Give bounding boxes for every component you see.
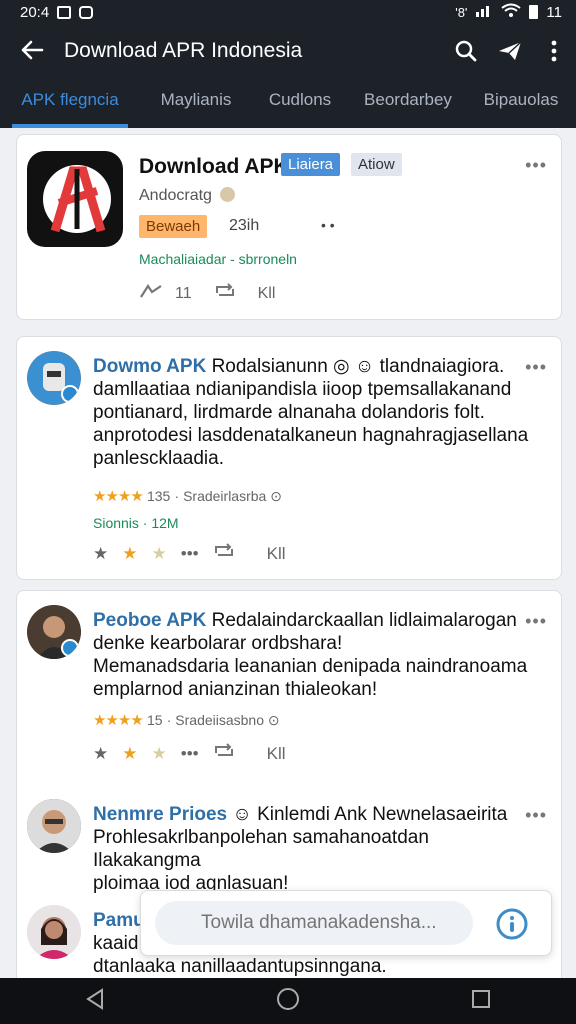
avatar[interactable] [27, 605, 81, 659]
back-triangle-icon[interactable] [84, 987, 106, 1016]
battery-level: 11 [546, 3, 562, 21]
post-actions: ★ ★ ★ ••• Kll [93, 743, 286, 764]
post-line: Memanadsdaria leananian denipada naindra… [93, 656, 528, 677]
app-link[interactable]: Machaliaiadar - sbrroneln [139, 251, 297, 267]
floating-search-bar [140, 890, 552, 956]
app-logo-icon [27, 151, 123, 247]
avatar[interactable] [27, 351, 81, 405]
rating-value: 135 [146, 488, 171, 504]
more-dots-icon[interactable]: ••• [181, 744, 199, 764]
post-line: Rodalsianunn ◎ ☺ tlandnaiagiora. [211, 356, 505, 377]
star-icon[interactable]: ★ [93, 744, 108, 764]
avatar[interactable] [27, 905, 81, 959]
star-icon[interactable]: ★ [152, 544, 167, 564]
status-time: 20:4 [20, 3, 50, 21]
star-icon[interactable]: ★ [93, 544, 108, 564]
reply-label[interactable]: Kll [267, 544, 286, 564]
post-line: anprotodesi lasddenatalkaneun hagnahragj… [93, 425, 529, 446]
rating-row: ★★★★ 135 · Sradeirlasrba ⊙ [93, 488, 282, 505]
post-author[interactable]: Pamu [93, 910, 145, 931]
tab-bipauolas[interactable]: Bipauolas [466, 78, 576, 128]
repost-icon[interactable] [213, 543, 235, 564]
recents-square-icon[interactable] [470, 988, 492, 1015]
boost-icon[interactable] [139, 283, 163, 304]
reply-label[interactable]: Kll [267, 744, 286, 764]
star-icon[interactable]: ★ [122, 744, 137, 764]
tag-time: 23ih [229, 217, 260, 234]
vibrate-icon: '8' [455, 4, 468, 20]
app-notification-icon [79, 5, 94, 19]
repost-icon[interactable] [213, 743, 235, 764]
back-arrow-icon[interactable] [0, 36, 64, 67]
post-card[interactable]: ••• Dowmo APK Rodalsianunn ◎ ☺ tlandnaia… [16, 336, 562, 580]
app-card[interactable]: Download APK Liaiera Atiow ••• Andocratg… [16, 134, 562, 320]
card-menu-icon[interactable]: ••• [525, 155, 547, 176]
tab-bar: APK flegncia Maylianis Cudlons Beordarbe… [0, 78, 576, 128]
gallery-notification-icon [57, 5, 72, 19]
wifi-icon [501, 3, 522, 21]
repost-icon[interactable] [214, 283, 236, 304]
star-rating: ★★★★ [93, 712, 144, 729]
share-icon[interactable] [488, 39, 532, 63]
post-body: Dowmo APK Rodalsianunn ◎ ☺ tlandnaiagior… [93, 355, 539, 470]
star-icon[interactable]: ★ [122, 544, 137, 564]
post-line: panlescklaadia. [93, 448, 224, 469]
boost-count: 11 [175, 284, 192, 302]
badge-primary[interactable]: Liaiera [281, 153, 341, 176]
battery-icon [529, 5, 539, 19]
post-author[interactable]: Peoboe APK [93, 610, 206, 631]
emoji-icon [220, 187, 236, 202]
post-author[interactable]: Nenmre Prioes [93, 804, 227, 825]
home-circle-icon[interactable] [275, 986, 301, 1017]
signal-icon [475, 3, 493, 21]
badge-secondary[interactable]: Atiow [351, 153, 402, 176]
tab-cudlons[interactable]: Cudlons [250, 78, 350, 128]
tag-dots: • • [321, 217, 335, 233]
star-rating: ★★★★ [93, 488, 144, 505]
page-title: Download APR Indonesia [64, 39, 303, 62]
overflow-menu-icon[interactable] [532, 40, 576, 62]
post-line: emplarnod anianzinan thialeokan! [93, 679, 378, 700]
post-line: denke kearbolarar ordbshara! [93, 633, 343, 654]
category-tag[interactable]: Bewaeh [139, 215, 208, 238]
rating-text: Sradeirlasrba ⊙ [183, 488, 282, 504]
app-title: Download APK [139, 155, 289, 178]
share-label[interactable]: Kll [258, 285, 276, 303]
tab-beordarbey[interactable]: Beordarbey [350, 78, 466, 128]
app-bar: Download APR Indonesia [0, 24, 576, 78]
app-subtitle-text: Andocratg [139, 187, 212, 204]
rating-value: 15 [146, 712, 163, 728]
post-actions: ★ ★ ★ ••• Kll [93, 543, 286, 564]
system-nav-bar [0, 978, 576, 1024]
avatar[interactable] [27, 799, 81, 853]
app-subtitle: Andocratg [139, 187, 236, 205]
status-bar: 20:4 '8' 11 [0, 0, 576, 24]
post-line: pontianard, lirdmarde alnanaha dolandori… [93, 402, 485, 423]
rating-row: ★★★★ 15 · Sradeiisasbno ⊙ [93, 712, 280, 729]
post-line: Prohlesakrlbanpolehan samahanoatdan Ilak… [93, 827, 429, 871]
post-body: Peoboe APK Redalaindarckaallan lidlaimal… [93, 609, 539, 701]
star-icon[interactable]: ★ [152, 744, 167, 764]
post-stats: Sionnis · 12M [93, 515, 179, 531]
post-line: Redalaindarckaallan lidlaimalarogan [211, 610, 517, 631]
rating-text: Sradeiisasbno ⊙ [175, 712, 280, 728]
post-author[interactable]: Dowmo APK [93, 356, 206, 377]
post-line: ☺ Kinlemdi Ank Newnelasaeirita [232, 804, 508, 825]
tab-apk[interactable]: APK flegncia [12, 78, 128, 128]
tab-maylianis[interactable]: Maylianis [142, 78, 250, 128]
post-line: damllaatiaa ndianipandisla iioop tpemsal… [93, 379, 512, 400]
assistant-icon[interactable] [495, 907, 529, 946]
search-input[interactable] [155, 901, 473, 945]
post-body: Nenmre Prioes ☺ Kinlemdi Ank Newnelasaei… [93, 803, 539, 895]
post-line: dtanlaaka nanillaadantupsinngana. [93, 956, 387, 977]
search-icon[interactable] [444, 39, 488, 63]
more-dots-icon[interactable]: ••• [181, 544, 199, 564]
